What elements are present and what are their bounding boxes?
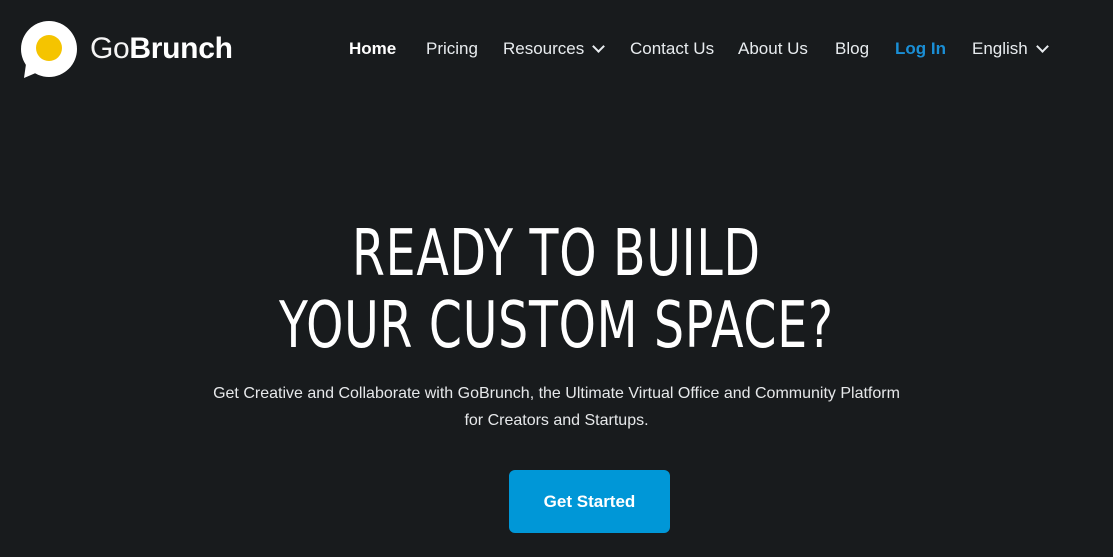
nav-home[interactable]: Home <box>349 36 396 62</box>
nav-contact-us[interactable]: Contact Us <box>630 36 714 62</box>
brand-name: GoBrunch <box>90 32 233 65</box>
nav-log-in[interactable]: Log In <box>895 36 946 62</box>
nav-pricing[interactable]: Pricing <box>426 36 478 62</box>
fried-egg-chat-bubble-icon <box>20 20 80 80</box>
chevron-down-icon <box>1035 40 1049 53</box>
nav-blog[interactable]: Blog <box>835 36 869 62</box>
get-started-button[interactable]: Get Started <box>509 470 670 533</box>
chevron-down-icon <box>592 40 606 53</box>
nav-about-us[interactable]: About Us <box>738 36 808 62</box>
hero-title: READY TO BUILD YOUR CUSTOM SPACE? <box>278 217 834 363</box>
logo-link[interactable]: GoBrunch <box>20 20 233 80</box>
language-selector[interactable]: English <box>972 36 1049 62</box>
hero-subtitle: Get Creative and Collaborate with GoBrun… <box>213 385 900 429</box>
nav-resources[interactable]: Resources <box>503 36 606 62</box>
